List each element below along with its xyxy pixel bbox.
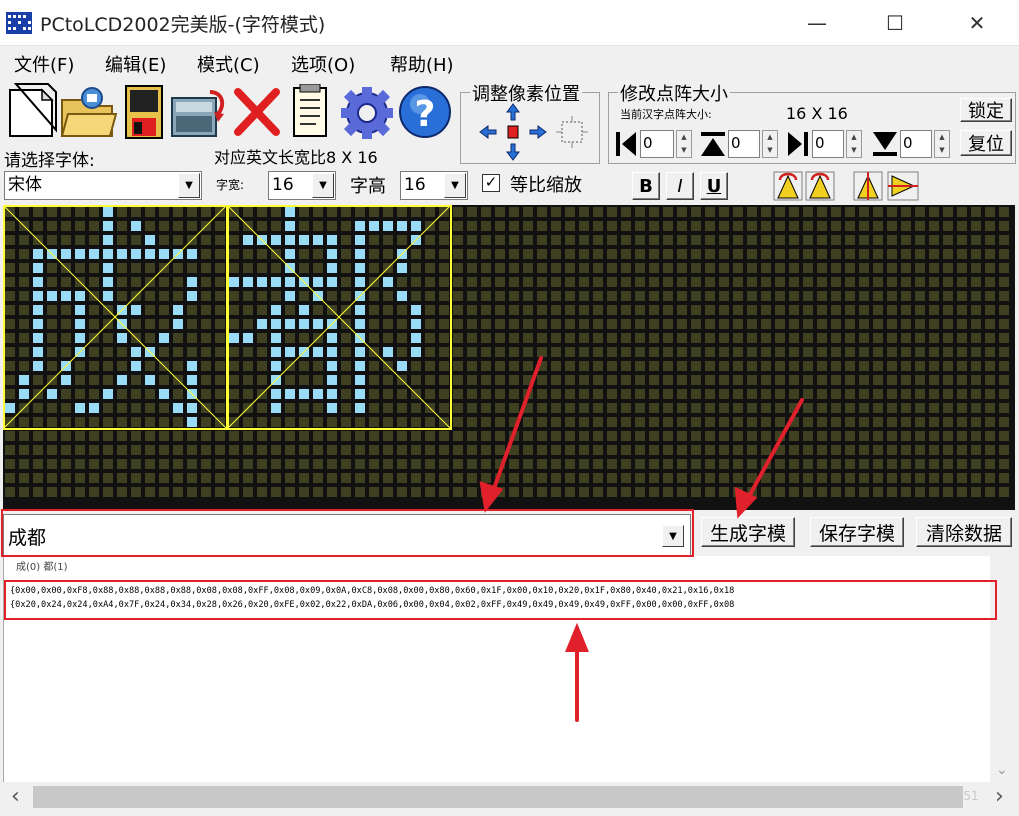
annotation-arrowhead-input: [479, 481, 504, 513]
annotation-arrow-generate: [745, 398, 804, 502]
annotation-arrowhead-output: [565, 622, 589, 652]
annotation-arrows: [479, 356, 804, 722]
annotation-arrow-input: [490, 356, 543, 496]
watermark: https://blog.csdn.net/qq_47238951: [768, 789, 979, 803]
